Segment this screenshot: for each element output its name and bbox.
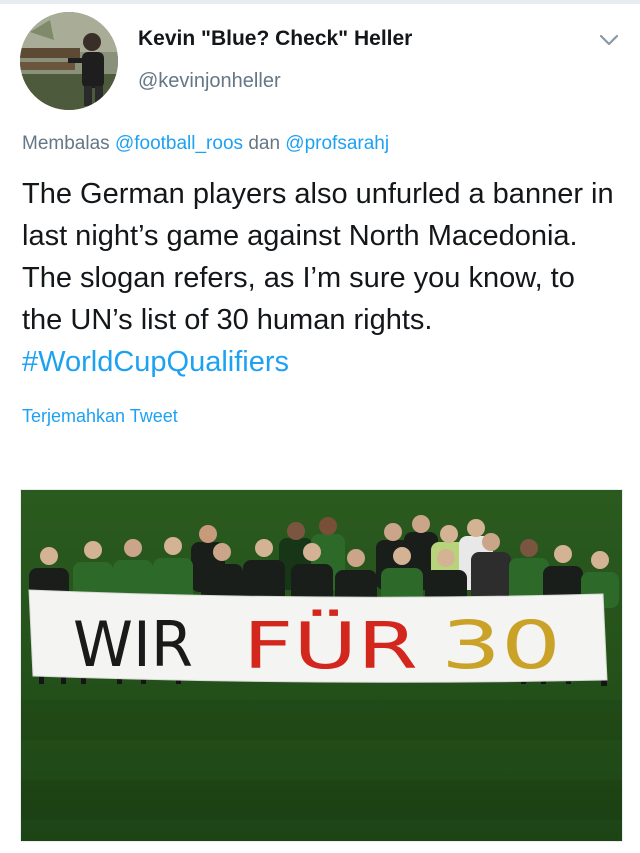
tweet-body: The German players also unfurled a banne…	[22, 178, 614, 336]
avatar[interactable]	[20, 12, 118, 110]
mention-football-roos[interactable]: @football_roos	[115, 133, 243, 154]
chevron-down-icon[interactable]	[596, 30, 622, 50]
banner-text: WIR FÜR 30	[73, 607, 561, 684]
translate-tweet-link[interactable]: Terjemahkan Tweet	[22, 406, 178, 427]
top-divider	[0, 0, 640, 4]
profile-photo-icon	[20, 12, 118, 110]
author-handle[interactable]: @kevinjonheller	[138, 70, 281, 93]
tweet-photo[interactable]: WIR FÜR 30	[20, 489, 623, 842]
hashtag-link[interactable]: #WorldCupQualifiers	[22, 346, 289, 378]
banner-word-30: 30	[441, 607, 561, 684]
reply-context: Membalas @football_roos dan @profsarahj	[22, 133, 389, 155]
reply-prefix: Membalas	[22, 133, 110, 154]
banner-word-fur: FÜR	[243, 609, 418, 684]
mention-profsarahj[interactable]: @profsarahj	[285, 133, 389, 154]
team-banner-photo: WIR FÜR 30	[21, 490, 622, 841]
author-display-name[interactable]: Kevin "Blue? Check" Heller	[138, 27, 412, 51]
reply-conjunction: dan	[248, 133, 281, 154]
banner-word-wir: WIR	[73, 608, 193, 681]
tweet-text: The German players also unfurled a banne…	[22, 173, 622, 383]
